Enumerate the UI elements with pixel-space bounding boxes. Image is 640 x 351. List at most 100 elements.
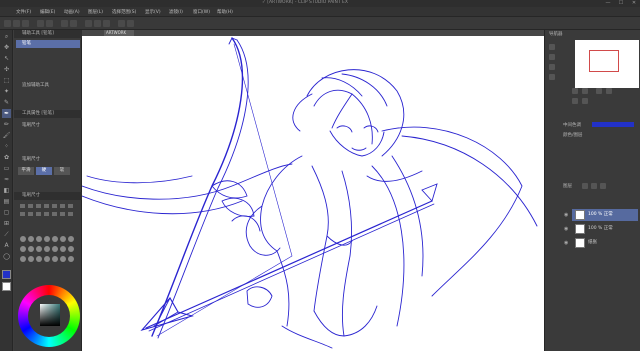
brush-size-option[interactable] [44,212,49,216]
navigator-preview[interactable] [575,40,639,88]
brush-size-option[interactable] [60,256,66,262]
menu-view[interactable]: 显示(V) [145,9,161,15]
undo-icon[interactable] [37,20,44,27]
brush-size-option[interactable] [36,212,41,216]
brush-size-option[interactable] [36,236,42,242]
auto-select-tool-icon[interactable]: ✦ [2,87,11,96]
saturation-value-square[interactable] [40,304,60,326]
menu-animation[interactable]: 动画(A) [64,9,80,15]
invert-selection-icon[interactable] [94,20,101,27]
color-wheel[interactable] [18,285,80,347]
ruler-tool-icon[interactable]: ⟋ [2,230,11,239]
brush-size-option[interactable] [28,204,33,208]
blend-mode-icon[interactable] [572,98,578,104]
zoom-out-icon[interactable] [549,54,555,60]
visibility-eye-icon[interactable]: ◉ [564,212,568,218]
figure-tool-icon[interactable]: ▢ [2,208,11,217]
sub-color-swatch[interactable] [2,282,11,291]
fill-tool-icon[interactable]: ◧ [2,186,11,195]
brush-size-option[interactable] [20,256,26,262]
move-layer-tool-icon[interactable]: ✣ [2,65,11,74]
ruler-icon[interactable] [118,20,125,27]
decoration-tool-icon[interactable]: ✿ [2,153,11,162]
brush-size-option[interactable] [20,212,25,216]
brush-size-option[interactable] [52,246,58,252]
layer-row-lineart[interactable]: 100 % 正常 [572,209,638,221]
brush-size-option[interactable] [28,256,34,262]
maximize-button[interactable]: ☐ [616,0,626,7]
frame-tool-icon[interactable]: ⊞ [2,219,11,228]
lock-icon[interactable] [606,88,612,94]
brush-size-option[interactable] [60,212,65,216]
brush-size-option[interactable] [68,204,73,208]
layer-row-paper[interactable]: 纸张 [572,237,638,249]
brush-size-option[interactable] [60,204,65,208]
menu-file[interactable]: 文件(F) [16,9,31,15]
brush-size-option[interactable] [68,212,73,216]
brush-size-option[interactable] [52,256,58,262]
brush-tool-icon[interactable]: 🖌 [2,131,11,140]
brush-size-option[interactable] [52,204,57,208]
save-icon[interactable] [22,20,29,27]
zoom-in-icon[interactable] [549,44,555,50]
brush-size-option[interactable] [20,236,26,242]
clear-icon[interactable] [61,20,68,27]
brush-size-option[interactable] [20,204,25,208]
move-tool-icon[interactable]: ✥ [2,43,11,52]
balloon-tool-icon[interactable]: ◯ [2,252,11,261]
operation-tool-icon[interactable]: ↖ [2,54,11,63]
close-button[interactable]: ✕ [629,0,639,7]
brush-size-option[interactable] [44,246,50,252]
eyedropper-tool-icon[interactable]: ✎ [2,98,11,107]
visibility-eye-icon[interactable]: ◉ [564,240,568,246]
drawing-canvas[interactable] [82,36,544,351]
new-file-icon[interactable] [4,20,11,27]
gradient-tool-icon[interactable]: ▤ [2,197,11,206]
toggle-soft[interactable]: 软 [54,167,70,175]
brush-size-option[interactable] [44,204,49,208]
brush-size-option[interactable] [36,256,42,262]
subtool-selected[interactable]: 铅笔 [16,40,80,48]
brush-size-option[interactable] [68,256,74,262]
minimize-button[interactable]: — [603,0,613,7]
brush-size-option[interactable] [52,212,57,216]
menu-layer[interactable]: 图层(L) [88,9,103,15]
zoom-tool-icon[interactable]: ⌕ [2,32,11,41]
blend-tool-icon[interactable]: ≈ [2,175,11,184]
layer-row-layer1[interactable]: 100 % 正常 [572,223,638,235]
brush-size-option[interactable] [52,236,58,242]
delete-layer-icon[interactable] [600,183,606,189]
menu-selection[interactable]: 选择范围(S) [112,9,136,15]
layer-property-icon[interactable] [572,88,578,94]
brush-size-option[interactable] [28,212,33,216]
brush-size-option[interactable] [20,246,26,252]
new-layer-icon[interactable] [582,183,588,189]
selection-tool-icon[interactable]: ⬚ [2,76,11,85]
menu-window[interactable]: 窗口(W) [193,9,210,15]
open-file-icon[interactable] [13,20,20,27]
menu-help[interactable]: 帮助(H) [217,9,233,15]
menu-filter[interactable]: 滤镜(I) [169,9,183,15]
toggle-smooth[interactable]: 平滑 [18,167,34,175]
brush-size-option[interactable] [68,246,74,252]
redo-icon[interactable] [46,20,53,27]
brush-size-option[interactable] [44,236,50,242]
flip-icon[interactable] [549,74,555,80]
brush-size-option[interactable] [28,236,34,242]
layer-mask-icon[interactable] [582,88,588,94]
eraser-tool-icon[interactable]: ▭ [2,164,11,173]
brush-size-option[interactable] [60,246,66,252]
reference-layer-icon[interactable] [596,88,602,94]
deselect-icon[interactable] [85,20,92,27]
toggle-hard[interactable]: 硬 [36,167,52,175]
transform-icon[interactable] [70,20,77,27]
brush-size-option[interactable] [28,246,34,252]
brush-size-option[interactable] [36,204,41,208]
menu-edit[interactable]: 编辑(E) [40,9,55,15]
opacity-icon[interactable] [582,98,588,104]
brush-size-option[interactable] [36,246,42,252]
brush-size-option[interactable] [60,236,66,242]
snap-icon[interactable] [103,20,110,27]
navigator-view-frame[interactable] [589,50,619,72]
text-tool-icon[interactable]: A [2,241,11,250]
